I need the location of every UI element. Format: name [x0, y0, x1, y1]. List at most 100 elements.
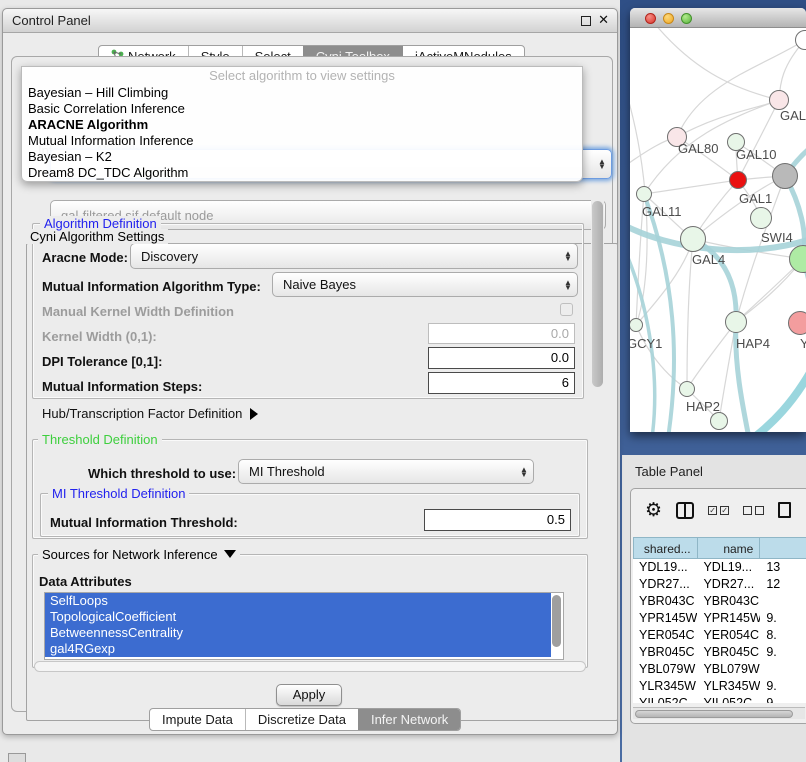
table-rows: YDL19...YDL19...13YDR27...YDR27...12YBR0… — [633, 559, 806, 703]
node-label-gal10: GAL10 — [736, 147, 776, 162]
mi-steps-label: Mutual Information Steps: — [42, 379, 202, 394]
attribute-item-gal4rgexp[interactable]: gal4RGexp — [45, 641, 551, 657]
gear-icon[interactable]: ⚙ — [645, 501, 662, 520]
network-node-gal[interactable] — [769, 90, 789, 110]
settings-group-title: Cyni Algorithm Settings — [26, 229, 168, 244]
algorithm-option-basic-correlation-inference[interactable]: Basic Correlation Inference — [22, 101, 582, 117]
table-horizontal-scrollbar[interactable] — [633, 707, 805, 719]
algorithm-option-mutual-information-inference[interactable]: Mutual Information Inference — [22, 133, 582, 149]
which-threshold-label: Which threshold to use: — [88, 466, 236, 481]
dpi-tolerance-field[interactable]: 0.0 — [428, 347, 575, 369]
mi-threshold-label: Mutual Information Threshold: — [50, 515, 238, 530]
mi-steps-field[interactable]: 6 — [428, 372, 575, 394]
tab-infer-network[interactable]: Infer Network — [358, 709, 460, 730]
table-cell: 13 — [760, 559, 806, 576]
settings-scrollbar[interactable] — [591, 198, 604, 668]
network-node-gal1[interactable] — [750, 207, 772, 229]
checked-pair-icon[interactable]: ✓✓ — [708, 506, 729, 515]
table-row[interactable]: YIL052CYIL052C9 — [633, 695, 806, 703]
zoom-traffic-light-icon[interactable] — [681, 13, 692, 24]
network-node[interactable] — [710, 412, 728, 430]
tab-impute-data[interactable]: Impute Data — [150, 709, 245, 730]
node-label-gal11: GAL11 — [642, 204, 682, 219]
table-cell: YBR043C — [697, 593, 760, 610]
mi-threshold-field[interactable]: 0.5 — [424, 509, 571, 531]
table-row[interactable]: YDR27...YDR27...12 — [633, 576, 806, 593]
horizontal-scrollbar[interactable] — [34, 661, 586, 672]
manual-kernel-width-label: Manual Kernel Width Definition — [42, 304, 234, 319]
stepper-arrows-icon: ▲▼ — [593, 159, 611, 169]
column-header-extra[interactable] — [760, 537, 806, 559]
column-header-name[interactable]: name — [698, 537, 761, 559]
table-row[interactable]: YLR345WYLR345W9. — [633, 678, 806, 695]
attribute-item-selfloops[interactable]: SelfLoops — [45, 593, 551, 609]
algorithm-option-bayesian-hill-climbing[interactable]: Bayesian – Hill Climbing — [22, 85, 582, 101]
close-window-icon[interactable]: ✕ — [598, 12, 609, 28]
table-cell: YDL19... — [697, 559, 760, 576]
node-label-gal1: GAL1 — [739, 191, 772, 206]
algorithm-option-aracne-algorithm[interactable]: ARACNE Algorithm — [22, 117, 582, 133]
settings-scrollbar-thumb[interactable] — [592, 201, 603, 387]
mi-algorithm-type-label: Mutual Information Algorithm Type: — [42, 279, 261, 294]
list-scrollbar[interactable] — [552, 595, 561, 647]
table-cell — [760, 661, 806, 678]
file-icon[interactable] — [778, 502, 791, 518]
node-label-hap4: HAP4 — [736, 336, 770, 351]
attribute-item-topologicalcoefficient[interactable]: TopologicalCoefficient — [45, 609, 551, 625]
tab-discretize-data[interactable]: Discretize Data — [245, 709, 358, 730]
algorithm-option-bayesian-k2[interactable]: Bayesian – K2 — [22, 149, 582, 165]
control-panel-titlebar[interactable]: Control Panel ✕ — [3, 9, 617, 33]
restore-window-icon[interactable] — [581, 16, 591, 26]
attribute-item-betweennesscentrality[interactable]: BetweennessCentrality — [45, 625, 551, 641]
network-node-hap4[interactable] — [725, 311, 747, 333]
table-row[interactable]: YPR145WYPR145W9. — [633, 610, 806, 627]
network-node[interactable] — [729, 171, 747, 189]
column-header-shared-[interactable]: shared... — [633, 537, 698, 559]
table-row[interactable]: YBR045CYBR045C9. — [633, 644, 806, 661]
threshold-definition-title: Threshold Definition — [38, 432, 162, 447]
node-label-gal4: GAL4 — [692, 252, 725, 267]
aracne-mode-label: Aracne Mode: — [42, 250, 128, 265]
tab-label: Infer Network — [371, 712, 448, 727]
network-node-gal4[interactable] — [680, 226, 706, 252]
table-cell: YPR145W — [697, 610, 760, 627]
stepper-arrows-icon: ▲▼ — [515, 467, 533, 477]
close-traffic-light-icon[interactable] — [645, 13, 656, 24]
table-row[interactable]: YDL19...YDL19...13 — [633, 559, 806, 576]
aracne-mode-combo[interactable]: Discovery ▲▼ — [130, 243, 578, 269]
apply-button[interactable]: Apply — [276, 684, 342, 706]
network-canvas[interactable]: GALGAL80GAL10GAL1GAL11GAL4SWI4GCY1HAP4YH… — [630, 28, 806, 432]
network-node-gal11[interactable] — [636, 186, 652, 202]
data-attributes-list[interactable]: SelfLoopsTopologicalCoefficientBetweenne… — [44, 592, 564, 660]
table-cell: YER054C — [697, 627, 760, 644]
column-view-icon[interactable] — [676, 502, 694, 519]
hub-factor-definition-toggle[interactable]: Hub/Transcription Factor Definition — [42, 406, 258, 421]
tab-label: Impute Data — [162, 712, 233, 727]
minimized-window-icon[interactable] — [8, 753, 26, 762]
table-cell: YER054C — [633, 627, 697, 644]
which-threshold-combo[interactable]: MI Threshold ▲▼ — [238, 459, 534, 484]
table-cell: YDL19... — [633, 559, 697, 576]
minimize-traffic-light-icon[interactable] — [663, 13, 674, 24]
table-row[interactable]: YER054CYER054C8. — [633, 627, 806, 644]
sources-group-title[interactable]: Sources for Network Inference — [38, 547, 240, 562]
table-row[interactable]: YBR043CYBR043C — [633, 593, 806, 610]
tab-label: Discretize Data — [258, 712, 346, 727]
table-cell: YPR145W — [633, 610, 697, 627]
table-cell: 12 — [760, 576, 806, 593]
network-node-hap2[interactable] — [679, 381, 695, 397]
table-scrollbar-thumb[interactable] — [635, 710, 793, 718]
algorithm-option-dream8-dc-tdc-algorithm[interactable]: Dream8 DC_TDC Algorithm — [22, 165, 582, 181]
kernel-width-field[interactable]: 0.0 — [428, 323, 575, 344]
table-cell: YLR345W — [633, 678, 697, 695]
manual-kernel-width-checkbox[interactable] — [560, 303, 573, 316]
node-label-y: Y — [800, 336, 806, 351]
network-node[interactable] — [772, 163, 798, 189]
stepper-arrows-icon: ▲▼ — [559, 280, 577, 290]
network-window-titlebar[interactable] — [630, 8, 806, 28]
table-row[interactable]: YBL079WYBL079W — [633, 661, 806, 678]
network-node-y[interactable] — [788, 311, 806, 335]
mi-algorithm-type-combo[interactable]: Naive Bayes ▲▼ — [272, 272, 578, 297]
table-cell: YIL052C — [633, 695, 697, 703]
unchecked-pair-icon[interactable] — [743, 506, 764, 515]
